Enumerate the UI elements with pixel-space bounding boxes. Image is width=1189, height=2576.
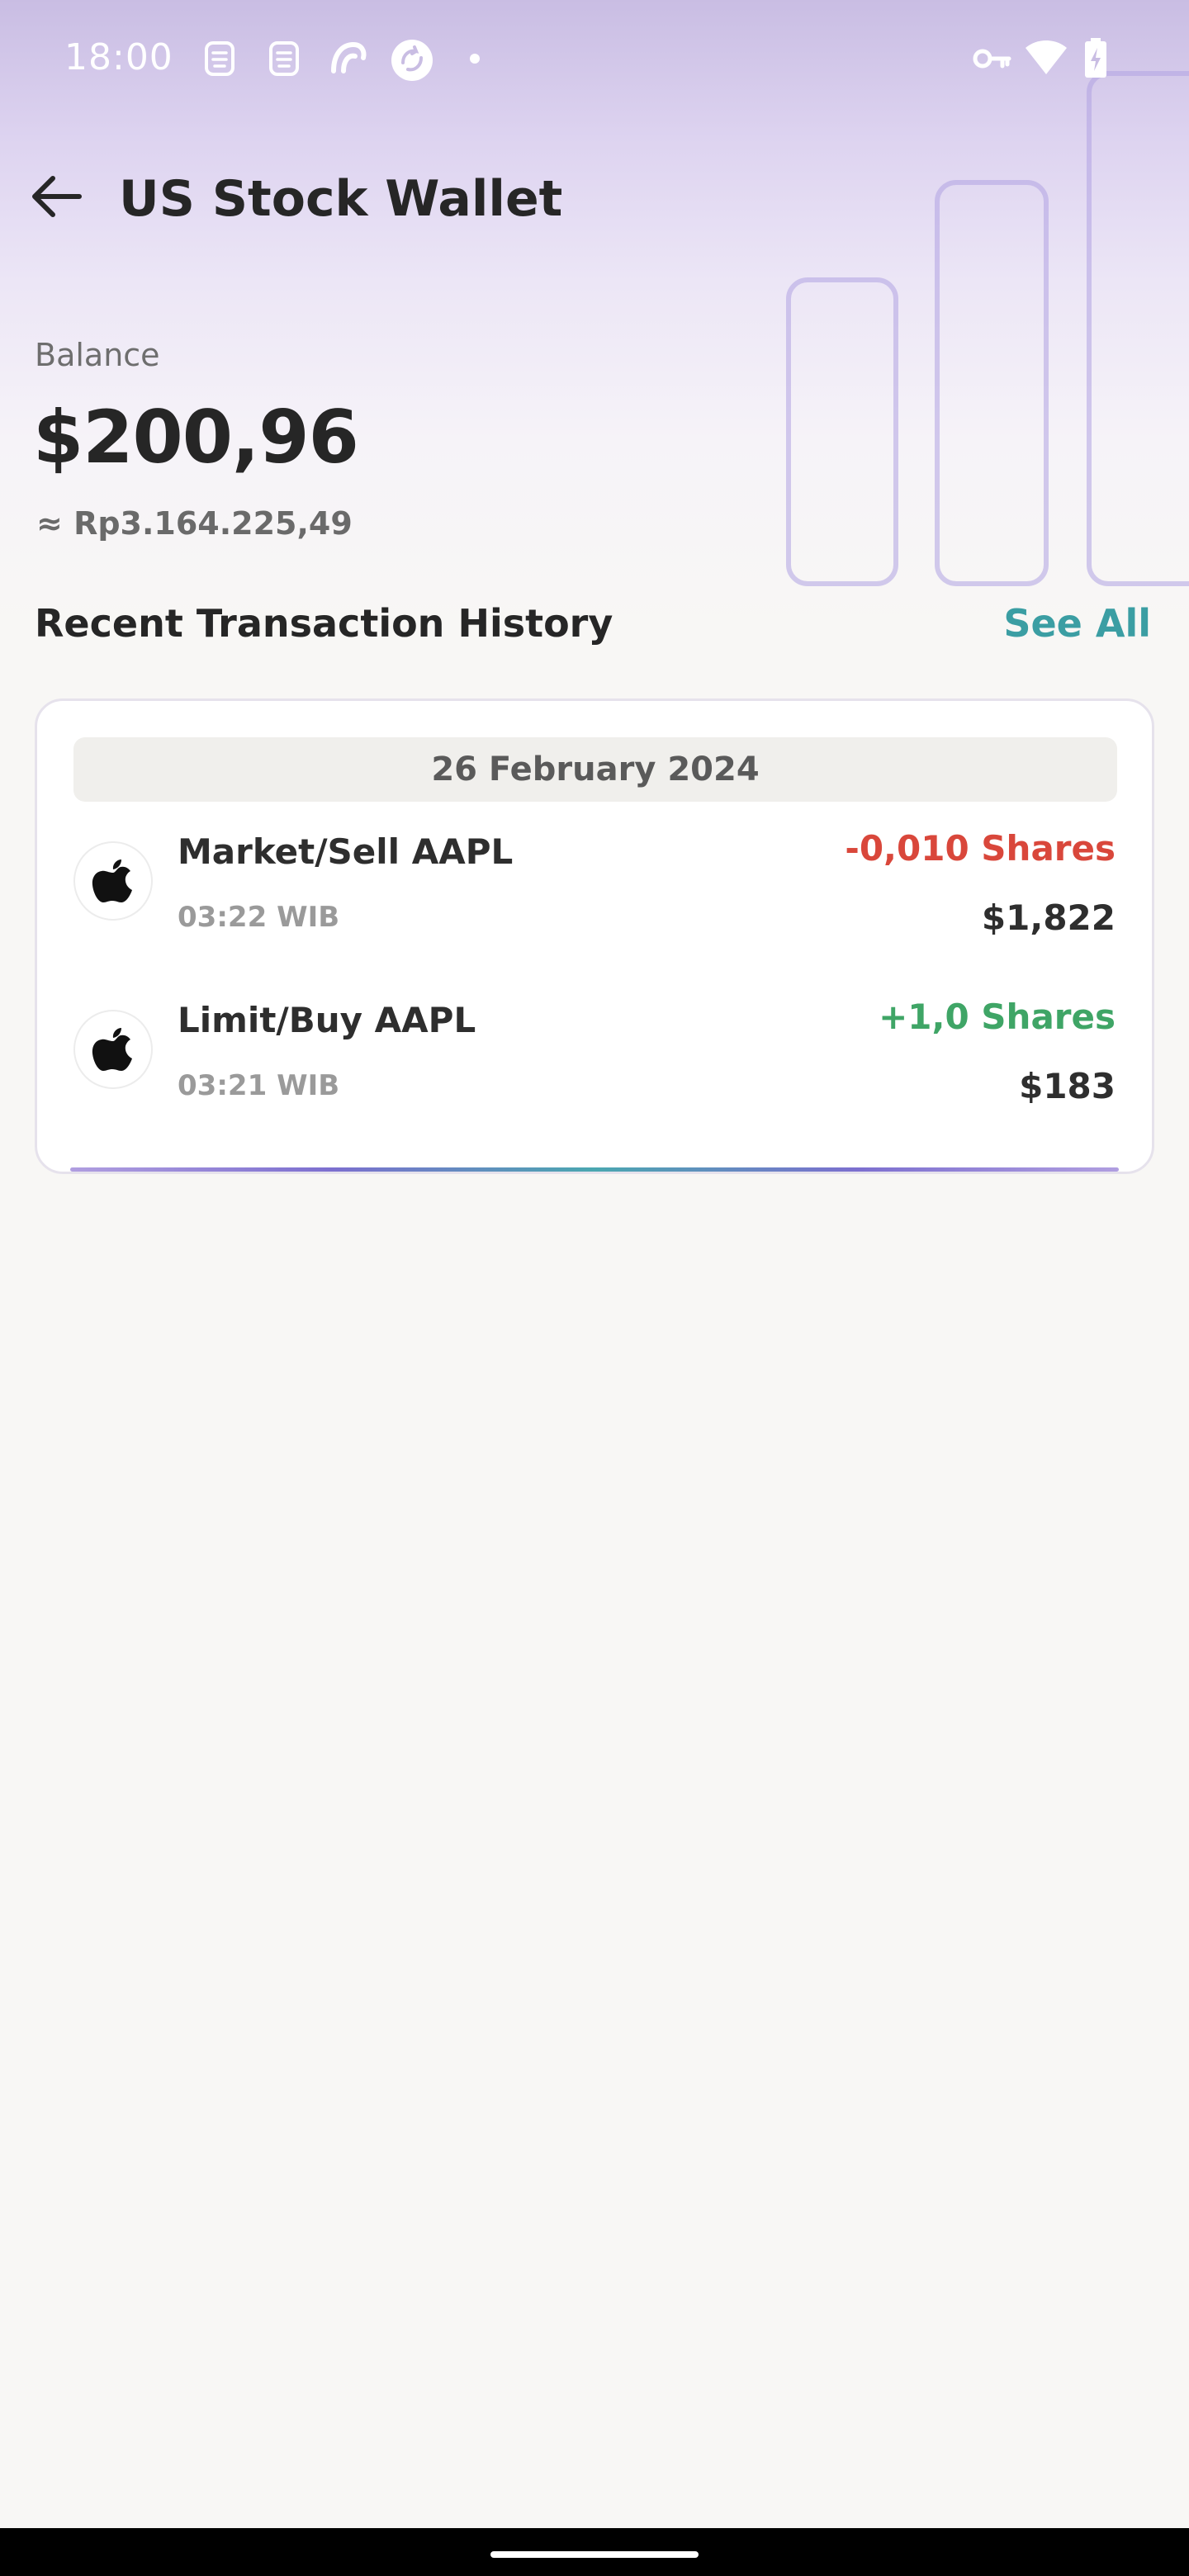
transaction-row[interactable]: Limit/Buy AAPL 03:21 WIB +1,0 Shares $18… [37,992,1152,1132]
status-bar: 18:00 [0,0,1189,119]
transaction-amount: $183 [1019,1066,1116,1106]
home-gesture-handle[interactable] [490,2551,699,2558]
transaction-amount: $1,822 [981,897,1116,938]
decorative-bar [935,180,1049,586]
balance-label: Balance [35,337,160,373]
apple-logo-icon [73,1010,153,1089]
decorative-bar [786,277,898,586]
back-button[interactable] [26,165,89,228]
sim-icon [203,38,236,79]
status-time: 18:00 [64,36,173,78]
page-title: US Stock Wallet [119,170,563,228]
transaction-time: 03:22 WIB [178,901,340,934]
date-header: 26 February 2024 [73,737,1117,802]
see-all-link[interactable]: See All [1003,601,1151,646]
balance-value: $200,96 [33,395,359,480]
transaction-shares: -0,010 Shares [845,828,1116,869]
sim-icon [268,38,301,79]
battery-charging-icon [1083,38,1108,79]
transaction-shares: +1,0 Shares [879,997,1116,1037]
vpn-key-icon [973,45,1012,86]
transaction-title: Limit/Buy AAPL [178,1000,476,1040]
wifi-icon [1024,38,1068,79]
decorative-bar [1087,71,1189,586]
sync-app-icon [327,38,368,79]
refresh-app-icon [390,38,434,81]
dot-icon [469,53,481,94]
transaction-time: 03:21 WIB [178,1069,340,1102]
arrow-left-icon [32,176,82,217]
system-navigation-bar [0,2528,1189,2576]
balance-idr-equivalent: ≈ Rp3.164.225,49 [36,505,353,542]
transaction-row[interactable]: Market/Sell AAPL 03:22 WIB -0,010 Shares… [37,823,1152,964]
section-title: Recent Transaction History [35,601,613,646]
transaction-title: Market/Sell AAPL [178,831,514,872]
apple-logo-icon [73,841,153,921]
transaction-history-card: 26 February 2024 Market/Sell AAPL 03:22 … [35,698,1154,1174]
